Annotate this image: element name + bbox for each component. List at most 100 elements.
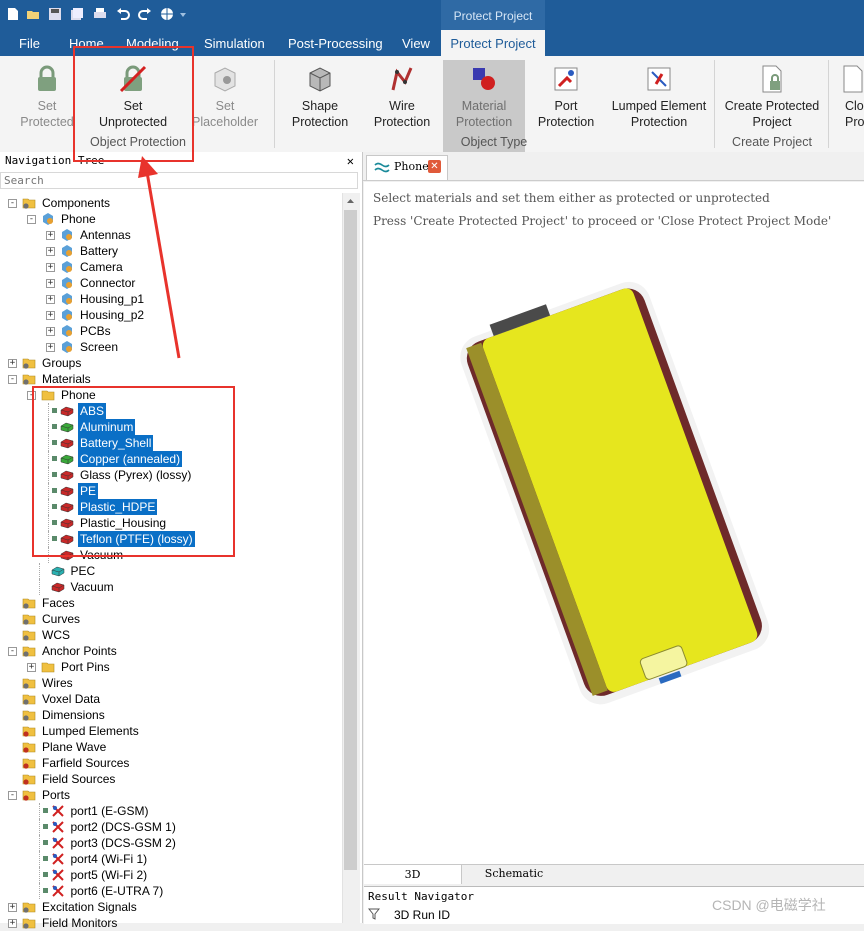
wire-protection-label-2: Protection [373,115,431,129]
tree-item[interactable]: port2 (DCS-GSM 1) [0,819,340,835]
tree-item-label: Vacuum [70,580,114,594]
customize-dropdown-icon[interactable] [178,7,188,21]
scroll-up-arrow-icon[interactable] [345,196,356,206]
tree-item[interactable]: Lumped Elements [0,723,340,739]
3d-viewport[interactable]: Select materials and set them either as … [364,182,864,864]
set-placeholder-button[interactable]: Set Placeholder [182,56,268,130]
tab-file[interactable]: File [19,30,40,56]
port-icon [51,853,64,865]
phone-3d-model[interactable] [364,182,864,864]
create-protected-project-button[interactable]: Create Protected Project [718,56,826,130]
close-tab-icon[interactable]: ✕ [428,160,441,173]
tab-view[interactable]: View [402,30,430,56]
expand-toggle-icon[interactable]: + [27,663,36,672]
tree-item[interactable]: - Ports [0,787,340,803]
undo-icon[interactable] [116,7,130,21]
tree-item[interactable]: - Anchor Points [0,643,340,659]
shape-protection-button[interactable]: Shape Protection [280,56,360,130]
component-icon [62,229,72,241]
print-icon[interactable] [93,7,107,21]
expand-toggle-icon[interactable]: + [46,263,55,272]
port-icon [51,805,64,817]
tree-item[interactable]: Field Sources [0,771,340,787]
globe-icon[interactable] [160,7,174,21]
close-protect-label-1: Clos [845,99,864,113]
expand-toggle-icon[interactable]: + [46,343,55,352]
collapse-toggle-icon[interactable]: - [8,199,17,208]
tree-item[interactable]: Faces [0,595,340,611]
port-protection-button[interactable]: Port Protection [528,56,604,130]
lock-icon [42,840,48,845]
tree-scrollbar-thumb[interactable] [344,210,357,870]
expand-toggle-icon[interactable]: + [46,311,55,320]
tree-item-label: Port Pins [61,660,110,674]
tab-phone-document[interactable]: Phone ✕ [366,155,448,180]
tree-item-label: port4 (Wi-Fi 1) [70,852,148,866]
tree-item[interactable]: Farfield Sources [0,755,340,771]
save-icon[interactable] [48,7,62,21]
tree-item[interactable]: Dimensions [0,707,340,723]
tree-item[interactable]: Wires [0,675,340,691]
expand-toggle-icon[interactable]: + [8,903,17,912]
port-icon [51,869,64,881]
tree-item-label: Farfield Sources [42,756,130,770]
lumped-element-protection-button[interactable]: Lumped Element Protection [606,56,712,130]
tree-item[interactable]: port6 (E-UTRA 7) [0,883,340,899]
save-all-icon[interactable] [70,7,84,21]
tree-item[interactable]: Curves [0,611,340,627]
tree-item[interactable]: PEC [0,563,340,579]
lock-icon [42,856,48,861]
folder-gear-icon [22,358,36,369]
open-folder-icon[interactable] [26,7,40,21]
expand-toggle-icon[interactable]: + [8,359,17,368]
redo-icon[interactable] [138,7,152,21]
lumped-element-protection-label-1: Lumped Element [611,99,707,113]
tab-simulation[interactable]: Simulation [204,30,265,56]
tree-item[interactable]: - Materials [0,371,340,387]
tab-protect-project[interactable]: Protect Project [441,30,545,56]
material-red-icon [51,582,64,593]
tree-item-label: Groups [42,356,82,370]
tree-item[interactable]: port1 (E-GSM) [0,803,340,819]
protected-document-icon [762,65,782,93]
tree-item[interactable]: + Excitation Signals [0,899,340,915]
expand-toggle-icon[interactable]: + [46,247,55,256]
annotation-box-object-protection [73,46,194,162]
folder-gear-icon [22,694,36,705]
expand-toggle-icon[interactable]: + [8,919,17,928]
collapse-toggle-icon[interactable]: - [8,375,17,384]
tree-item[interactable]: + Port Pins [0,659,340,675]
tree-item[interactable]: Vacuum [0,579,340,595]
expand-toggle-icon[interactable]: + [46,279,55,288]
tab-3d[interactable]: 3D [364,865,462,884]
tree-item[interactable]: + Field Monitors [0,915,340,931]
collapse-toggle-icon[interactable]: - [8,791,17,800]
expand-toggle-icon[interactable]: + [46,231,55,240]
wire-protection-button[interactable]: Wire Protection [362,56,442,130]
filter-icon[interactable] [368,908,380,920]
tree-item-label: Excitation Signals [42,900,137,914]
new-file-icon[interactable] [6,7,20,21]
lock-icon [42,888,48,893]
collapse-toggle-icon[interactable]: - [27,215,36,224]
tree-item[interactable]: port3 (DCS-GSM 2) [0,835,340,851]
tree-item[interactable]: port4 (Wi-Fi 1) [0,851,340,867]
material-protection-button[interactable]: Material Protection [443,56,525,130]
tree-item[interactable]: WCS [0,627,340,643]
tree-item[interactable]: port5 (Wi-Fi 2) [0,867,340,883]
component-icon [62,277,72,289]
expand-toggle-icon[interactable]: + [46,327,55,336]
collapse-toggle-icon[interactable]: - [8,647,17,656]
expand-toggle-icon[interactable]: + [46,295,55,304]
folder-gear-icon [22,678,36,689]
folder-gear-icon [22,630,36,641]
tree-item[interactable]: Plane Wave [0,739,340,755]
tab-schematic[interactable]: Schematic [474,865,554,884]
port-protection-label-1: Port [554,99,578,113]
component-icon [62,341,72,353]
close-protect-project-button[interactable]: Clos Proj [832,56,864,130]
tree-connector [38,563,40,579]
tab-post-processing[interactable]: Post-Processing [288,30,383,56]
close-icon[interactable]: ✕ [347,152,354,170]
tree-item[interactable]: Voxel Data [0,691,340,707]
